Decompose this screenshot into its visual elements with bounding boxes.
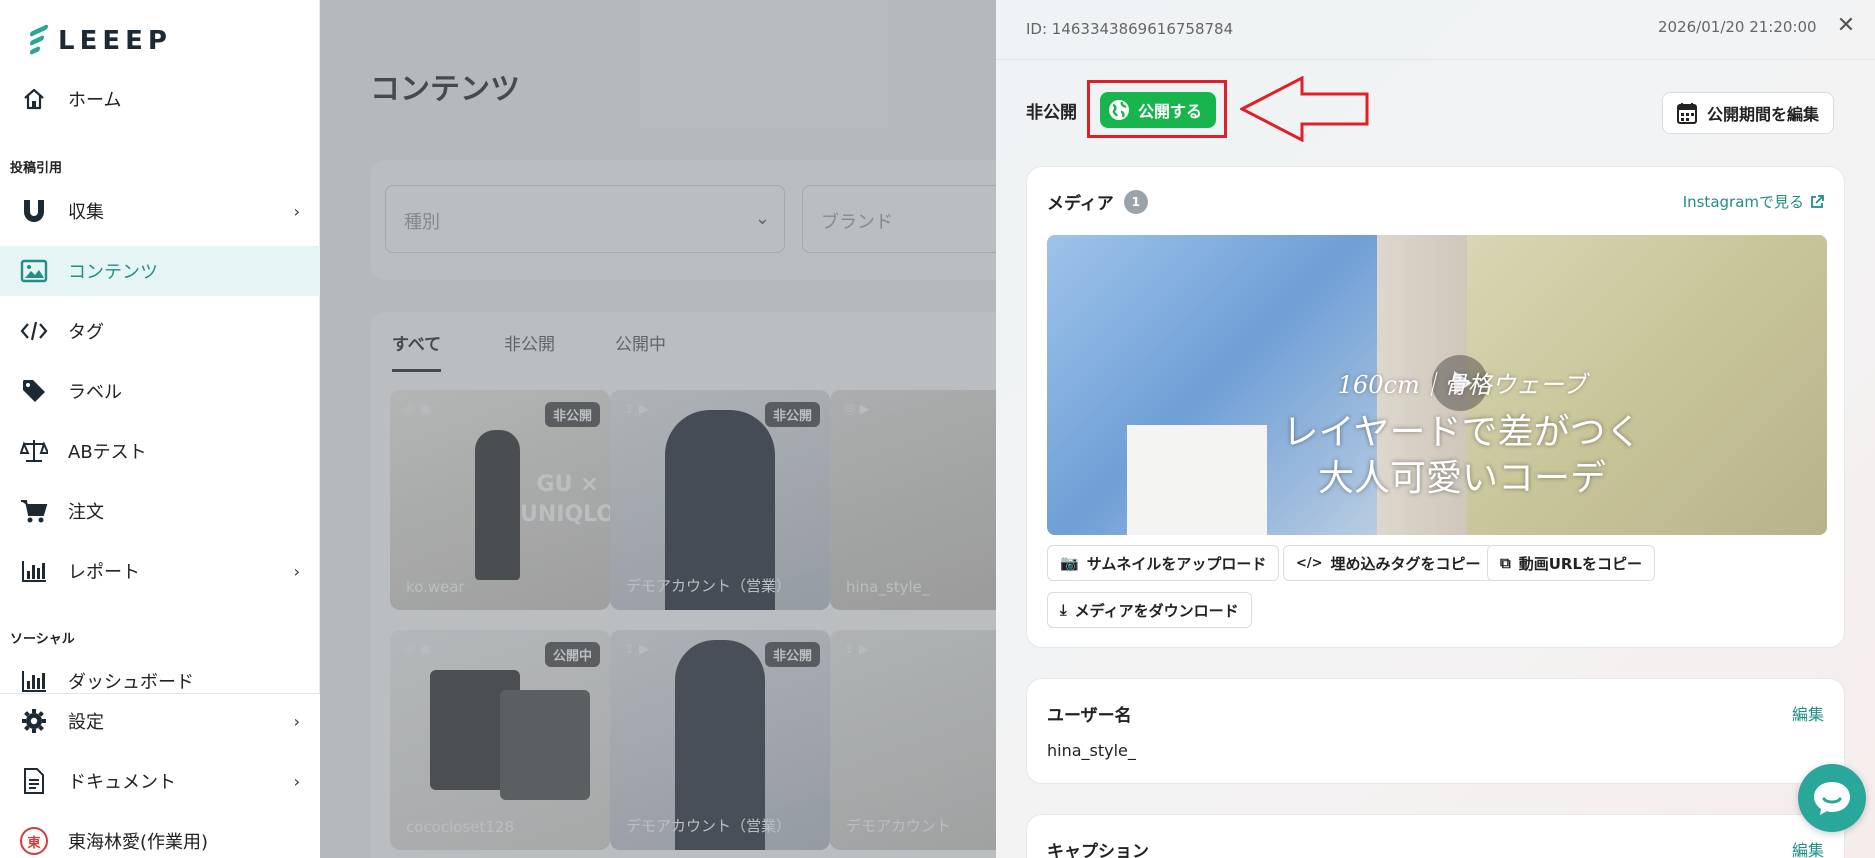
section-label-social: ソーシャル bbox=[10, 632, 75, 647]
sidebar-item-documents[interactable]: ドキュメント › bbox=[0, 756, 320, 806]
camera-icon: 📷 bbox=[1060, 554, 1079, 572]
copy-embed-label: 埋め込みタグをコピー bbox=[1330, 554, 1481, 573]
sidebar-bottom: 設定 › ドキュメント › 東 東海林愛(作業用) bbox=[0, 693, 320, 858]
sidebar-item-label: 設定 bbox=[68, 712, 104, 733]
sidebar-item-label: ホーム bbox=[68, 90, 122, 111]
upload-thumbnail-button[interactable]: 📷 サムネイルをアップロード bbox=[1047, 545, 1280, 581]
modal-backdrop[interactable] bbox=[320, 0, 996, 858]
copy-video-url-button[interactable]: ⧉ 動画URLをコピー bbox=[1487, 545, 1656, 581]
section-label-posts: 投稿引用 bbox=[10, 161, 63, 176]
chevron-right-icon: › bbox=[293, 202, 300, 221]
bar-chart-icon bbox=[20, 667, 48, 695]
video-caption-line1: レイヤードで差がつく bbox=[1282, 412, 1642, 453]
chevron-right-icon: › bbox=[293, 562, 300, 581]
home-icon bbox=[20, 85, 48, 113]
download-media-label: メディアをダウンロード bbox=[1074, 601, 1239, 620]
download-media-button[interactable]: ⤓ メディアをダウンロード bbox=[1047, 592, 1252, 628]
sidebar-item-settings[interactable]: 設定 › bbox=[0, 696, 320, 746]
caption-edit-link[interactable]: 編集 bbox=[1792, 837, 1824, 858]
sidebar-item-user[interactable]: 東 東海林愛(作業用) bbox=[0, 816, 320, 858]
drawer-header: ID: 1463343869616758784 2026/01/20 21:20… bbox=[996, 0, 1875, 60]
sidebar-item-labels[interactable]: ラベル bbox=[0, 366, 320, 416]
sidebar-item-tags[interactable]: タグ bbox=[0, 306, 320, 356]
sidebar-item-home[interactable]: ホーム bbox=[0, 74, 320, 124]
media-card: メディア 1 Instagramで見る 160cm｜骨格ウェーブ レイヤードで差… bbox=[1026, 166, 1845, 648]
upload-thumbnail-label: サムネイルをアップロード bbox=[1086, 554, 1267, 573]
media-video-player[interactable]: 160cm｜骨格ウェーブ レイヤードで差がつく 大人可愛いコーデ bbox=[1047, 235, 1827, 535]
content-detail-drawer: ID: 1463343869616758784 2026/01/20 21:20… bbox=[996, 0, 1875, 858]
sidebar-item-label: コンテンツ bbox=[68, 262, 158, 283]
media-count-badge: 1 bbox=[1123, 189, 1148, 214]
image-icon bbox=[20, 257, 48, 285]
user-name: 東海林愛(作業用) bbox=[68, 832, 209, 853]
sidebar-item-label: ラベル bbox=[68, 382, 122, 403]
content-datetime: 2026/01/20 21:20:00 bbox=[1658, 18, 1817, 36]
caption-title: キャプション bbox=[1047, 842, 1149, 858]
edit-period-label: 公開期間を編集 bbox=[1707, 105, 1820, 124]
logo-mark-icon bbox=[30, 23, 50, 58]
copy-embed-tag-button[interactable]: </> 埋め込みタグをコピー bbox=[1283, 545, 1494, 581]
sidebar-item-orders[interactable]: 注文 bbox=[0, 486, 320, 536]
copy-icon: ⧉ bbox=[1500, 554, 1511, 572]
instagram-link-label: Instagramで見る bbox=[1682, 193, 1804, 211]
content-id: ID: 1463343869616758784 bbox=[1026, 20, 1234, 38]
sidebar-item-abtest[interactable]: ABテスト bbox=[0, 426, 320, 476]
download-icon: ⤓ bbox=[1060, 601, 1067, 619]
annotation-arrow-icon bbox=[1240, 76, 1369, 142]
avatar: 東 bbox=[20, 827, 48, 855]
username-card: ユーザー名 編集 hina_style_ bbox=[1026, 678, 1845, 784]
annotation-highlight-box bbox=[1087, 80, 1227, 138]
sidebar-item-label: レポート bbox=[68, 562, 140, 583]
username-title: ユーザー名 bbox=[1047, 706, 1132, 726]
instagram-link[interactable]: Instagramで見る bbox=[1683, 191, 1824, 212]
calendar-icon bbox=[1677, 103, 1697, 124]
chat-support-button[interactable] bbox=[1798, 764, 1866, 832]
sidebar-item-label: ドキュメント bbox=[68, 772, 176, 793]
sidebar-item-contents[interactable]: コンテンツ bbox=[0, 246, 320, 296]
sidebar-item-label: ダッシュボード bbox=[68, 672, 194, 693]
cart-icon bbox=[20, 497, 48, 525]
scale-icon bbox=[20, 437, 48, 465]
chevron-right-icon: › bbox=[293, 712, 300, 731]
username-value: hina_style_ bbox=[1047, 741, 1136, 760]
media-title: メディア bbox=[1047, 194, 1114, 214]
tag-icon bbox=[20, 377, 48, 405]
video-caption-line2: 大人可愛いコーデ bbox=[1317, 458, 1606, 499]
code-icon: </> bbox=[1296, 555, 1323, 571]
edit-period-button[interactable]: 公開期間を編集 bbox=[1662, 92, 1835, 134]
chevron-right-icon: › bbox=[293, 772, 300, 791]
sidebar-item-label: 注文 bbox=[68, 502, 104, 523]
sidebar-item-label: ABテスト bbox=[68, 442, 147, 463]
external-link-icon bbox=[1811, 194, 1824, 208]
video-caption-small: 160cm｜骨格ウェーブ bbox=[1337, 371, 1587, 399]
status-label: 非公開 bbox=[1026, 103, 1077, 123]
magnet-icon bbox=[20, 197, 48, 225]
sidebar-item-collect[interactable]: 収集 › bbox=[0, 186, 320, 236]
username-edit-link[interactable]: 編集 bbox=[1792, 701, 1824, 725]
sidebar-item-label: タグ bbox=[68, 322, 104, 343]
sidebar-item-reports[interactable]: レポート › bbox=[0, 546, 320, 596]
sidebar: LEEEP ホーム 投稿引用 収集 › コンテンツ タグ ラベル ABテスト 注… bbox=[0, 0, 320, 858]
sidebar-item-label: 収集 bbox=[68, 202, 104, 223]
close-icon[interactable]: ✕ bbox=[1832, 13, 1860, 41]
document-icon bbox=[20, 767, 48, 795]
logo-text: LEEEP bbox=[58, 26, 172, 56]
leeep-logo[interactable]: LEEEP bbox=[30, 23, 172, 58]
copy-video-url-label: 動画URLをコピー bbox=[1518, 554, 1643, 573]
bar-chart-icon bbox=[20, 557, 48, 585]
chat-icon bbox=[1814, 782, 1850, 815]
gear-icon bbox=[20, 707, 48, 735]
code-icon bbox=[20, 317, 48, 345]
caption-card: キャプション 編集 bbox=[1026, 814, 1845, 858]
